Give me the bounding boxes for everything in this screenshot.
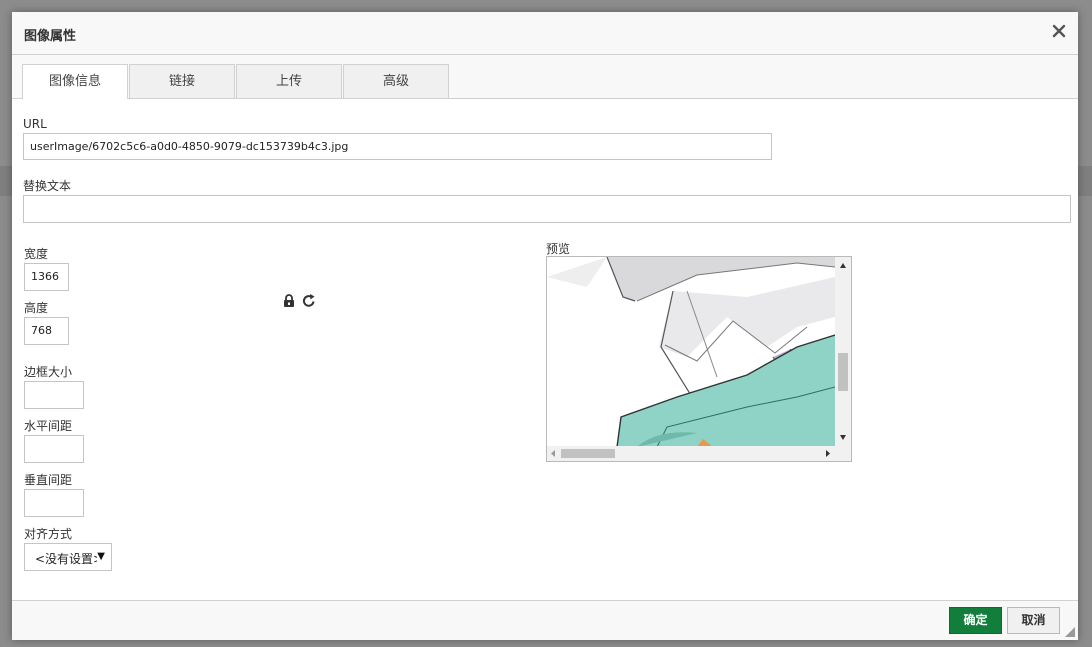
tab-advanced[interactable]: 高级 — [343, 64, 449, 98]
vspace-input[interactable] — [24, 489, 84, 517]
lock-icon[interactable] — [283, 294, 295, 311]
align-select[interactable]: <没有设置> ▼ — [24, 543, 112, 571]
scrollbar-corner — [835, 446, 851, 461]
image-properties-dialog: 图像属性 图像信息 链接 上传 高级 URL userImage/6702c5c… — [12, 12, 1078, 640]
reset-size-icon[interactable] — [302, 293, 316, 311]
alt-text-input[interactable] — [23, 195, 1071, 223]
border-input[interactable] — [24, 381, 84, 409]
hspace-input[interactable] — [24, 435, 84, 463]
preview-image — [547, 257, 835, 446]
tab-image-info[interactable]: 图像信息 — [22, 64, 128, 99]
ok-button[interactable]: 确定 — [949, 607, 1002, 634]
url-label: URL — [23, 117, 47, 131]
align-select-value: <没有设置> — [35, 552, 97, 566]
hspace-label: 水平间距 — [24, 419, 73, 433]
height-input[interactable]: 768 — [24, 317, 69, 345]
height-label: 高度 — [24, 301, 49, 315]
chevron-down-icon: ▼ — [97, 551, 105, 562]
url-input[interactable]: userImage/6702c5c6-a0d0-4850-9079-dc1537… — [23, 133, 772, 160]
vspace-label: 垂直间距 — [24, 473, 73, 487]
cancel-button[interactable]: 取消 — [1007, 607, 1060, 634]
tab-link[interactable]: 链接 — [129, 64, 235, 98]
width-input[interactable]: 1366 — [24, 263, 69, 291]
preview-vertical-scrollbar[interactable] — [835, 257, 851, 446]
align-label: 对齐方式 — [24, 527, 73, 541]
preview-label: 预览 — [546, 242, 571, 256]
border-label: 边框大小 — [24, 365, 73, 379]
preview-horizontal-scrollbar[interactable] — [547, 446, 835, 461]
dialog-footer: 确定 取消 — [12, 600, 1078, 640]
resize-handle-icon[interactable] — [1065, 627, 1075, 637]
width-label: 宽度 — [24, 247, 49, 261]
dialog-title: 图像属性 — [24, 29, 77, 44]
preview-box[interactable] — [546, 256, 852, 462]
tab-upload[interactable]: 上传 — [236, 64, 342, 98]
alt-text-label: 替换文本 — [23, 179, 72, 193]
close-icon[interactable] — [1050, 21, 1068, 41]
tab-bar: 图像信息 链接 上传 高级 — [12, 55, 1078, 99]
dialog-titlebar: 图像属性 — [12, 12, 1078, 55]
